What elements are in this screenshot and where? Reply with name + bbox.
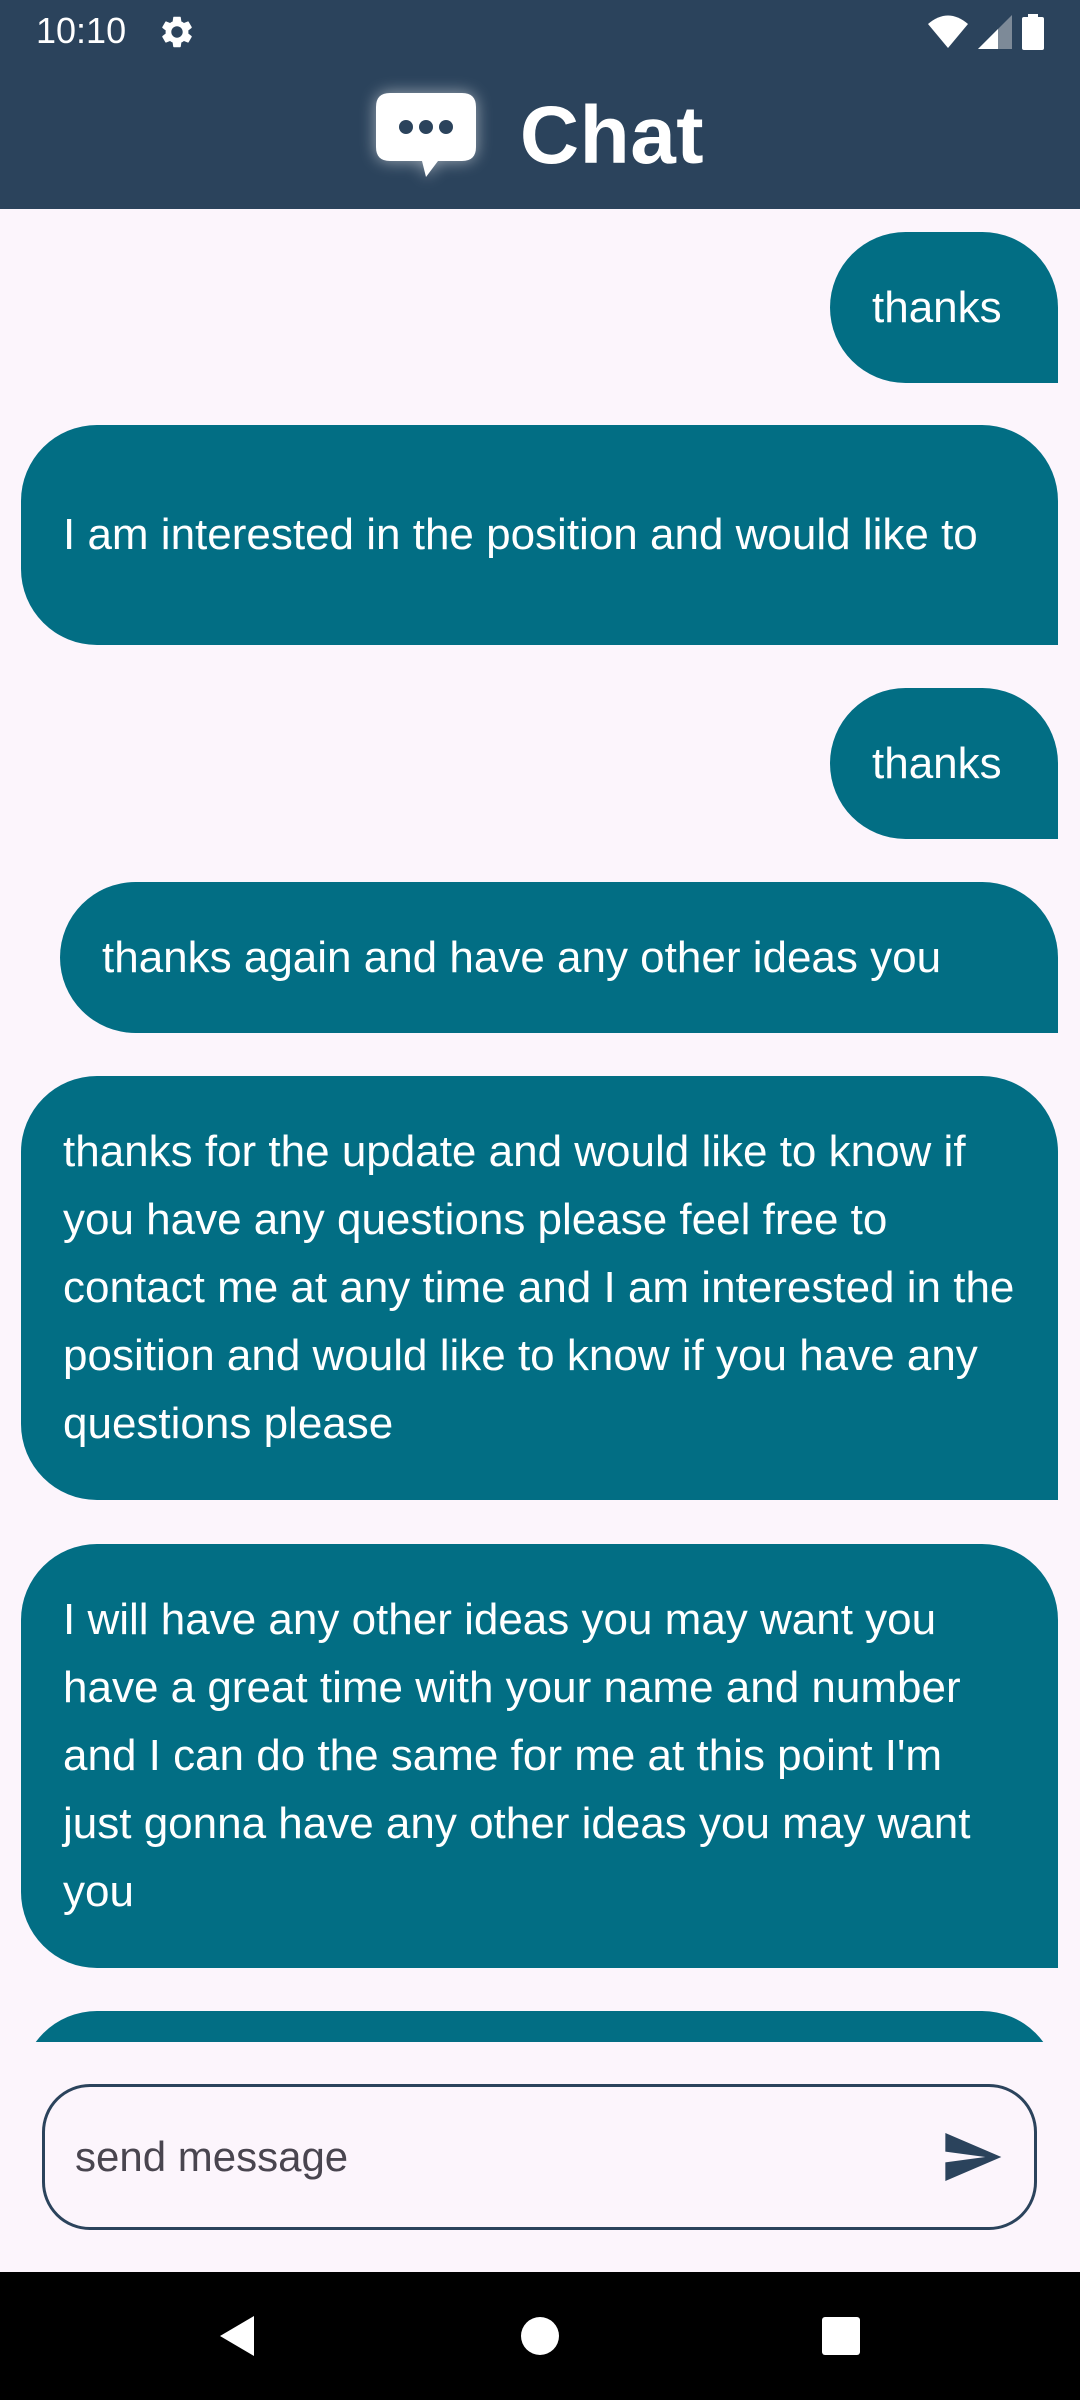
message-bubble: I will have any other ideas you may want…: [21, 1544, 1058, 1968]
message-composer: [42, 2084, 1037, 2230]
back-icon[interactable]: [214, 2312, 262, 2360]
message-input[interactable]: [75, 2087, 915, 2227]
message-bubble: thanks: [830, 688, 1058, 839]
message-bubble: I am interested in the position and woul…: [21, 425, 1058, 645]
message-text: thanks again and have any other ideas yo…: [102, 932, 942, 982]
status-bar: 10:10: [0, 0, 1080, 62]
message-bubble-partial: [21, 2011, 1058, 2042]
battery-icon: [1022, 14, 1044, 50]
app-bar: Chat: [0, 62, 1080, 209]
system-nav-bar: [0, 2272, 1080, 2400]
status-icons: [928, 12, 1044, 52]
message-text: I will have any other ideas you may want…: [63, 1595, 971, 1916]
status-time: 10:10: [36, 10, 127, 51]
page-title: Chat: [519, 89, 705, 181]
recents-icon[interactable]: [817, 2312, 865, 2360]
message-bubble: thanks again and have any other ideas yo…: [60, 882, 1058, 1033]
message-text: thanks: [872, 738, 1002, 788]
message-text: I am interested in the position and woul…: [63, 510, 978, 559]
message-text: thanks for the update and would like to …: [63, 1127, 1015, 1448]
settings-gear-icon: [162, 16, 192, 48]
app-header: 10:10 Chat: [0, 0, 1080, 209]
message-list[interactable]: thanks I am interested in the position a…: [0, 209, 1080, 2042]
message-bubble: thanks: [830, 232, 1058, 383]
send-icon[interactable]: [940, 2125, 1004, 2189]
message-text: thanks: [872, 282, 1002, 332]
home-icon[interactable]: [516, 2312, 564, 2360]
chat-bubble-icon: [375, 92, 476, 177]
message-bubble: thanks for the update and would like to …: [21, 1076, 1058, 1500]
wifi-icon: [928, 15, 968, 48]
cell-signal-icon: [978, 15, 1012, 49]
